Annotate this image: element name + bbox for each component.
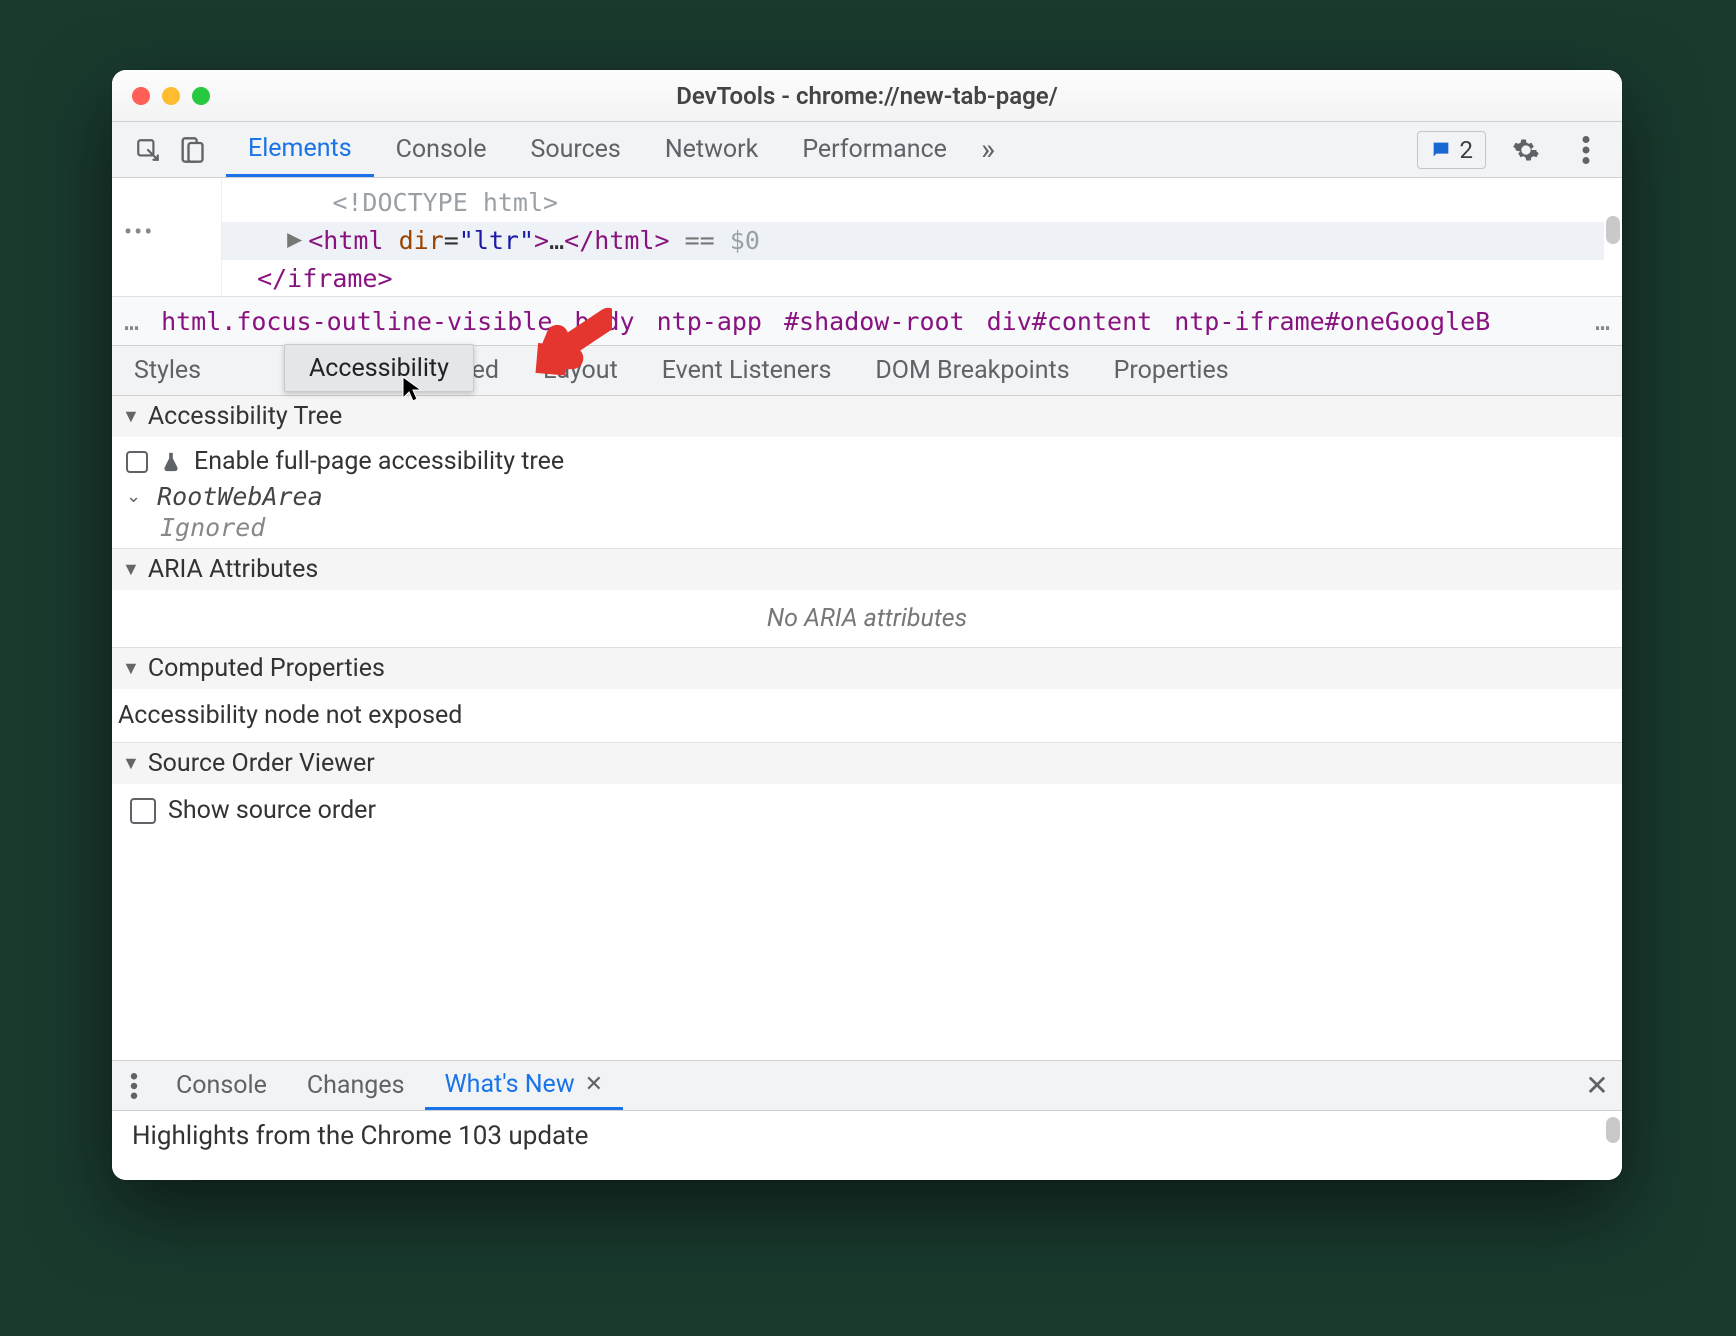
close-window-button[interactable] xyxy=(132,87,150,105)
section-title: ARIA Attributes xyxy=(148,555,318,584)
gutter-ellipsis: ••• xyxy=(124,218,154,246)
inspect-element-icon[interactable] xyxy=(126,122,170,177)
minimize-window-button[interactable] xyxy=(162,87,180,105)
settings-button[interactable] xyxy=(1506,136,1546,164)
drawer-tab-whats-new[interactable]: What's New ✕ xyxy=(425,1061,624,1110)
dom-gutter: ••• xyxy=(112,178,222,296)
crumb-div-content[interactable]: div#content xyxy=(987,307,1153,336)
dom-scrollbar-thumb[interactable] xyxy=(1606,216,1620,244)
window-title: DevTools - chrome://new-tab-page/ xyxy=(112,82,1622,110)
panel-tab-event-listeners[interactable]: Event Listeners xyxy=(640,346,854,395)
dom-lines: <!DOCTYPE html> ▶<html dir="ltr">…</html… xyxy=(242,184,1604,298)
dom-line-html[interactable]: ▶<html dir="ltr">…</html> == $0 xyxy=(222,222,1604,260)
tab-performance[interactable]: Performance xyxy=(780,122,969,177)
annotation-arrow-icon xyxy=(532,306,612,392)
ax-node-ignored[interactable]: Ignored xyxy=(160,513,1608,542)
main-tabs: Elements Console Sources Network Perform… xyxy=(226,122,1417,177)
more-menu-button[interactable] xyxy=(1566,136,1606,164)
breadcrumb-overflow-left[interactable]: … xyxy=(124,307,139,336)
flask-icon xyxy=(160,451,182,473)
section-computed-properties: ▼ Computed Properties Accessibility node… xyxy=(112,648,1622,743)
crumb-html[interactable]: html.focus-outline-visible xyxy=(161,307,552,336)
drawer-close-button[interactable]: ✕ xyxy=(1572,1061,1622,1110)
section-header-axtree[interactable]: ▼ Accessibility Tree xyxy=(112,396,1622,437)
caret-down-icon: ▼ xyxy=(122,753,140,774)
title-bar: DevTools - chrome://new-tab-page/ xyxy=(112,70,1622,122)
close-tab-icon[interactable]: ✕ xyxy=(585,1072,603,1097)
expand-triangle-icon[interactable]: ▶ xyxy=(287,220,302,258)
checkbox-enable-full-page-tree[interactable] xyxy=(126,451,148,473)
ax-node-root[interactable]: RootWebArea xyxy=(157,482,323,511)
drawer-tabs: Console Changes What's New ✕ ✕ xyxy=(112,1061,1622,1111)
tab-console[interactable]: Console xyxy=(374,122,509,177)
show-source-order-label: Show source order xyxy=(168,796,376,825)
crumb-ntp-iframe[interactable]: ntp-iframe#oneGoogleB xyxy=(1174,307,1490,336)
section-title: Computed Properties xyxy=(148,654,385,683)
section-header-aria[interactable]: ▼ ARIA Attributes xyxy=(112,549,1622,590)
drawer-tab-label: What's New xyxy=(445,1070,575,1099)
tab-elements[interactable]: Elements xyxy=(226,122,374,177)
crumb-ntp-app[interactable]: ntp-app xyxy=(657,307,762,336)
drawer: Console Changes What's New ✕ ✕ Highlight… xyxy=(112,1060,1622,1180)
drawer-tab-console[interactable]: Console xyxy=(156,1061,287,1110)
checkbox-show-source-order[interactable] xyxy=(130,798,156,824)
gear-icon xyxy=(1512,136,1540,164)
section-header-source-order[interactable]: ▼ Source Order Viewer xyxy=(112,743,1622,784)
section-title: Accessibility Tree xyxy=(148,402,342,431)
traffic-lights xyxy=(132,87,210,105)
devtools-window: DevTools - chrome://new-tab-page/ Elemen… xyxy=(112,70,1622,1180)
breadcrumb-items: html.focus-outline-visible body ntp-app … xyxy=(161,307,1573,336)
kebab-icon xyxy=(130,1073,138,1099)
breadcrumb: … html.focus-outline-visible body ntp-ap… xyxy=(112,296,1622,346)
crumb-shadow-root[interactable]: #shadow-root xyxy=(784,307,965,336)
drawer-body: Highlights from the Chrome 103 update xyxy=(112,1111,1622,1180)
enable-full-page-label: Enable full-page accessibility tree xyxy=(194,447,564,476)
panel-tabs: Styles Accessibility Computed Layout Eve… xyxy=(112,346,1622,396)
kebab-icon xyxy=(1582,136,1590,164)
panel-tab-properties[interactable]: Properties xyxy=(1092,346,1251,395)
main-toolbar: Elements Console Sources Network Perform… xyxy=(112,122,1622,178)
dom-line-doctype[interactable]: <!DOCTYPE html> xyxy=(242,184,1604,222)
caret-down-icon: ▼ xyxy=(122,658,140,679)
caret-down-icon: ▼ xyxy=(122,406,140,427)
caret-down-icon[interactable]: ⌄ xyxy=(126,486,141,507)
mouse-cursor-icon xyxy=(402,376,422,404)
issues-button[interactable]: 2 xyxy=(1417,131,1487,169)
issues-count: 2 xyxy=(1460,136,1474,164)
section-header-computed[interactable]: ▼ Computed Properties xyxy=(112,648,1622,689)
computed-body: Accessibility node not exposed xyxy=(112,689,1622,742)
drawer-menu-button[interactable] xyxy=(112,1061,156,1110)
section-title: Source Order Viewer xyxy=(148,749,375,778)
tab-network[interactable]: Network xyxy=(643,122,780,177)
toolbar-right: 2 xyxy=(1417,122,1615,177)
whats-new-headline: Highlights from the Chrome 103 update xyxy=(132,1121,588,1151)
zoom-window-button[interactable] xyxy=(192,87,210,105)
device-toolbar-icon[interactable] xyxy=(170,122,214,177)
dom-tree[interactable]: ••• <!DOCTYPE html> ▶<html dir="ltr">…</… xyxy=(112,178,1622,296)
tabs-overflow-button[interactable]: » xyxy=(969,122,1007,177)
panel-tab-dom-breakpoints[interactable]: DOM Breakpoints xyxy=(853,346,1091,395)
panel-tab-styles[interactable]: Styles xyxy=(112,346,223,395)
message-icon xyxy=(1430,139,1452,161)
tab-sources[interactable]: Sources xyxy=(508,122,642,177)
section-aria-attributes: ▼ ARIA Attributes No ARIA attributes xyxy=(112,549,1622,648)
section-source-order: ▼ Source Order Viewer Show source order xyxy=(112,743,1622,837)
drawer-tab-changes[interactable]: Changes xyxy=(287,1061,425,1110)
dom-line-iframe-close[interactable]: </iframe> xyxy=(242,260,1604,298)
accessibility-panels: ▼ Accessibility Tree Enable full-page ac… xyxy=(112,396,1622,837)
breadcrumb-overflow-right[interactable]: … xyxy=(1595,307,1610,336)
panel-tab-accessibility-dragging[interactable]: Accessibility xyxy=(284,344,474,392)
drawer-scrollbar-thumb[interactable] xyxy=(1606,1117,1620,1143)
caret-down-icon: ▼ xyxy=(122,559,140,580)
aria-empty-message: No ARIA attributes xyxy=(112,590,1622,647)
section-accessibility-tree: ▼ Accessibility Tree Enable full-page ac… xyxy=(112,396,1622,549)
